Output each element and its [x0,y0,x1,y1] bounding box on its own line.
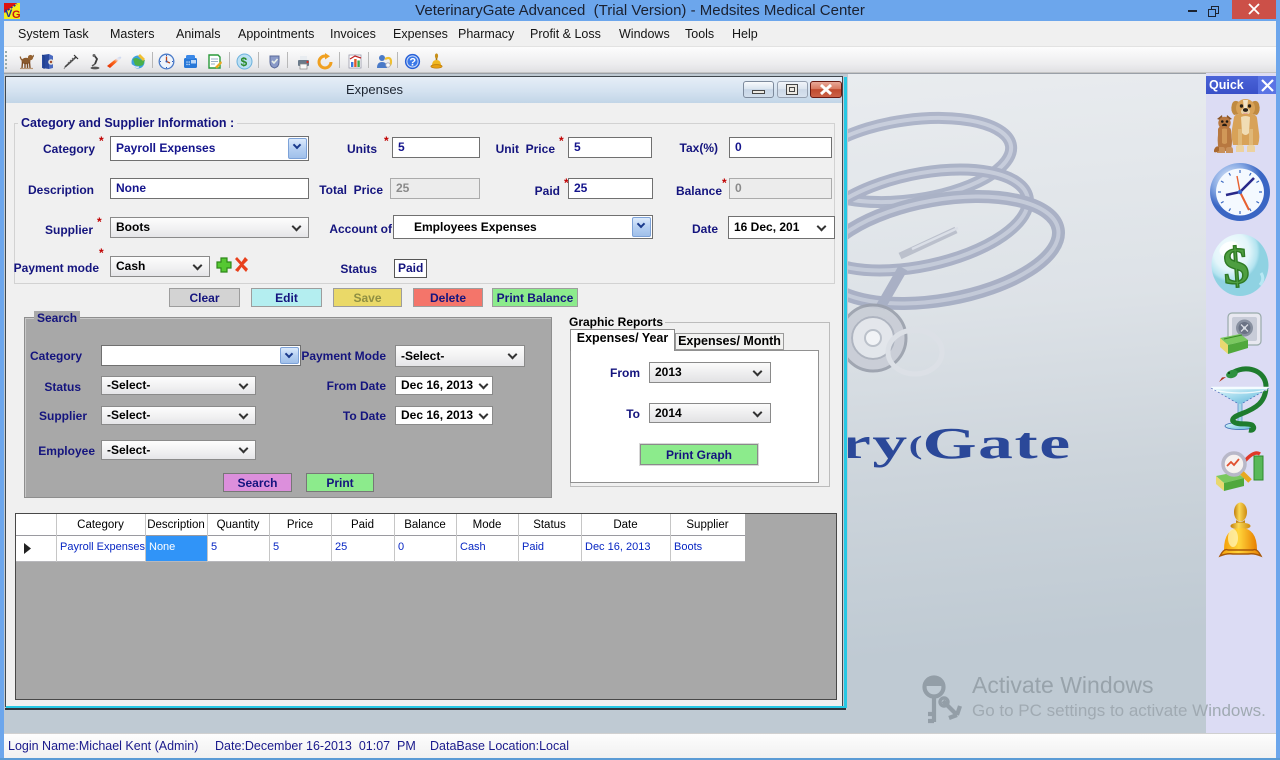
svg-text:$: $ [241,55,248,69]
svg-text:?: ? [409,57,416,69]
svg-text:$: $ [1221,237,1251,296]
